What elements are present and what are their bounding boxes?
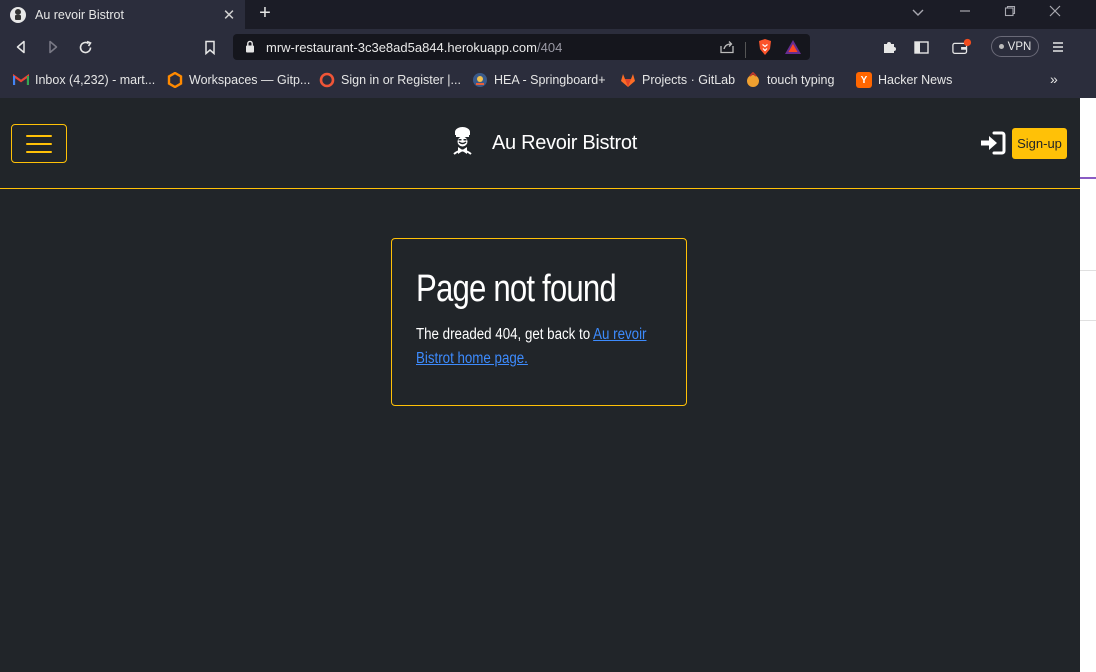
hamburger-line <box>26 150 52 153</box>
close-window-icon[interactable] <box>1043 4 1067 20</box>
brave-rewards-icon[interactable] <box>784 39 802 60</box>
right-side-panel <box>1080 98 1096 672</box>
typing-icon <box>745 72 761 88</box>
page: Au Revoir Bistrot Sign-up Page not found… <box>0 98 1080 672</box>
sidebar-icon[interactable] <box>911 37 931 57</box>
signup-button[interactable]: Sign-up <box>1012 128 1067 159</box>
gmail-icon <box>13 72 29 88</box>
menu-icon[interactable] <box>1048 37 1068 57</box>
bookmark-label: Hacker News <box>878 73 953 87</box>
not-found-message: The dreaded 404, get back to Au revoir B… <box>416 323 657 371</box>
springboard-icon <box>472 72 488 88</box>
url-path: /404 <box>537 40 563 55</box>
bookmark-label: HEA - Springboard+ <box>494 73 606 87</box>
bookmark-page-icon[interactable] <box>200 37 220 57</box>
reload-icon[interactable] <box>75 37 95 57</box>
bookmark-inbox[interactable]: Inbox (4,232) - mart... <box>13 72 155 88</box>
tab-strip: Au revoir Bistrot ✕ + <box>0 0 1096 29</box>
more-bookmarks-icon[interactable]: » <box>1050 71 1058 87</box>
tab-search-chevron-icon[interactable] <box>906 4 930 20</box>
message-text: The dreaded 404, get back to <box>416 326 594 343</box>
share-icon[interactable] <box>719 40 735 59</box>
back-icon[interactable] <box>11 37 31 57</box>
page-title: Page not found <box>416 268 617 310</box>
forward-icon[interactable] <box>43 37 63 57</box>
hamburger-line <box>26 134 52 137</box>
panel-divider <box>1080 270 1096 271</box>
vpn-button[interactable]: VPN <box>991 36 1039 57</box>
url-text: mrw-restaurant-3c3e8ad5a844.herokuapp.co… <box>266 40 562 55</box>
bookmark-sign-in[interactable]: Sign in or Register |... <box>319 72 461 88</box>
bookmark-label: Projects · GitLab <box>642 73 736 87</box>
not-found-card: Page not found The dreaded 404, get back… <box>391 238 687 406</box>
hackernews-icon: Y <box>856 72 872 88</box>
restore-icon[interactable] <box>998 4 1022 20</box>
bookmark-hacker-news[interactable]: Y Hacker News <box>856 72 952 88</box>
site-navbar: Au Revoir Bistrot Sign-up <box>0 98 1080 189</box>
bookmark-springboard[interactable]: HEA - Springboard+ <box>472 72 606 88</box>
chef-logo-icon <box>450 126 475 161</box>
chef-favicon-icon <box>10 6 26 23</box>
bookmarks-bar: Inbox (4,232) - mart... Workspaces — Git… <box>0 65 1096 98</box>
bookmark-label: Inbox (4,232) - mart... <box>35 73 156 87</box>
minimize-icon[interactable] <box>953 4 977 20</box>
extensions-icon[interactable] <box>879 37 899 57</box>
wallet-icon[interactable] <box>952 37 972 57</box>
url-host: mrw-restaurant-3c3e8ad5a844.herokuapp.co… <box>266 40 537 55</box>
panel-divider <box>1080 320 1096 321</box>
panel-accent-line <box>1080 177 1096 179</box>
tab-close-icon[interactable]: ✕ <box>219 6 239 24</box>
vpn-label: VPN <box>1007 40 1032 53</box>
bookmark-label: Workspaces — Gitp... <box>189 73 311 87</box>
hamburger-menu-button[interactable] <box>11 124 67 163</box>
eventbrite-icon <box>319 72 335 88</box>
tab-title: Au revoir Bistrot <box>35 7 124 22</box>
gitlab-icon <box>620 72 636 88</box>
brave-shields-icon[interactable] <box>756 38 774 61</box>
browser-toolbar: mrw-restaurant-3c3e8ad5a844.herokuapp.co… <box>0 29 1096 65</box>
gitpod-icon <box>167 72 183 88</box>
bookmark-gitlab[interactable]: Projects · GitLab <box>620 72 735 88</box>
bookmark-label: Sign in or Register |... <box>341 73 461 87</box>
bookmark-touch-typing[interactable]: touch typing <box>745 72 834 88</box>
brand-name: Au Revoir Bistrot <box>492 132 637 154</box>
bookmark-gitpod[interactable]: Workspaces — Gitp... <box>167 72 310 88</box>
active-tab[interactable]: Au revoir Bistrot ✕ <box>0 0 245 29</box>
lock-icon <box>245 40 255 58</box>
new-tab-icon[interactable]: + <box>255 3 275 23</box>
hamburger-line <box>26 142 52 145</box>
brand-link[interactable]: Au Revoir Bistrot <box>450 126 637 161</box>
login-icon[interactable] <box>979 131 1006 160</box>
bookmark-label: touch typing <box>767 73 835 87</box>
vpn-status-dot <box>998 44 1004 49</box>
address-bar[interactable]: mrw-restaurant-3c3e8ad5a844.herokuapp.co… <box>233 34 810 60</box>
